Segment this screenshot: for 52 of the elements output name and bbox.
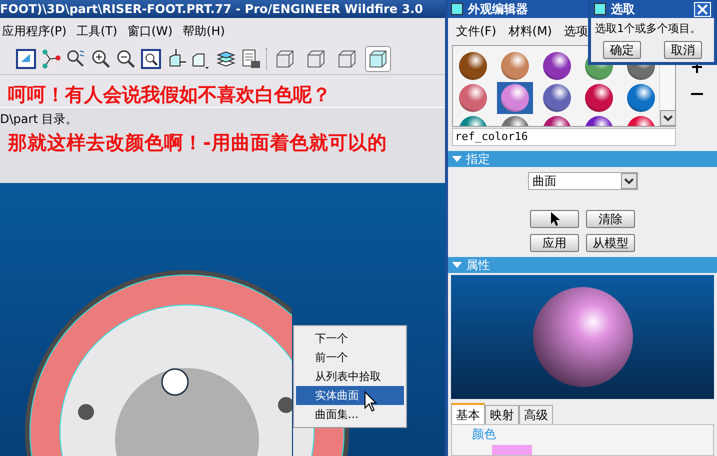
- window-icon[interactable]: [16, 48, 36, 68]
- message-text: D\part 目录。: [0, 111, 79, 128]
- menu-item[interactable]: 文件(F): [456, 22, 496, 40]
- annotation-text: 呵呵！有人会说我假如不喜欢白色呢？: [7, 83, 332, 107]
- table-camera-icon[interactable]: [241, 48, 261, 68]
- name-field[interactable]: ref_color16: [452, 128, 676, 146]
- window-icon: [594, 3, 606, 15]
- surface-dropdown[interactable]: 曲面: [528, 172, 638, 190]
- mouse-cursor-icon: [364, 391, 378, 413]
- window-icon: [451, 3, 463, 15]
- prompt-text: 选取1个或多个项目。: [594, 21, 702, 37]
- context-menu-item[interactable]: 曲面集...: [296, 405, 404, 424]
- tab[interactable]: 高级: [519, 405, 553, 424]
- layers-icon[interactable]: [216, 48, 236, 68]
- menu-item[interactable]: 工具(T): [76, 22, 118, 40]
- tab[interactable]: 映射: [485, 405, 519, 424]
- menu-item[interactable]: 应用程序(P): [2, 22, 67, 40]
- dialog-button[interactable]: 确定: [603, 40, 641, 58]
- menu-item[interactable]: 帮助(H): [182, 22, 225, 40]
- window-title: 外观编辑器: [468, 1, 528, 18]
- close-icon[interactable]: [694, 2, 711, 16]
- shaded-cube-icon: [368, 48, 388, 68]
- hidden-line-cube-icon: [306, 48, 326, 68]
- context-menu-item[interactable]: 前一个: [296, 348, 404, 367]
- context-menu-item[interactable]: 实体曲面: [296, 386, 404, 405]
- select-button[interactable]: [530, 210, 579, 228]
- menu-item[interactable]: 材料(M): [508, 22, 552, 40]
- dialog-title: 选取: [611, 1, 636, 18]
- no-hidden-cube-icon: [337, 48, 357, 68]
- model-viewport[interactable]: 下一个 前一个 从列表中拾取 实体曲面 曲面集...: [0, 183, 445, 456]
- color-swatch[interactable]: [492, 445, 532, 455]
- display-style-button[interactable]: [365, 46, 391, 72]
- zoom-window-icon[interactable]: [141, 48, 161, 68]
- scroll-down-icon[interactable]: [660, 110, 675, 126]
- menu-item[interactable]: 窗口(W): [127, 22, 173, 40]
- window-title-bar: FOOT)\3D\part\RISER-FOOT.PRT.77 - Pro/ENGINEER Wildfire 3.0: [0, 0, 445, 18]
- dialog-button[interactable]: 清除: [586, 210, 635, 228]
- context-menu-item[interactable]: 下一个: [296, 329, 404, 348]
- tab[interactable]: 基本: [451, 403, 485, 424]
- node-network-icon[interactable]: [41, 48, 61, 68]
- zoom-out-icon[interactable]: [116, 48, 136, 68]
- wireframe-cube-icon: [275, 48, 295, 68]
- minus-icon[interactable]: [690, 93, 702, 95]
- dialog-button[interactable]: 从模型: [586, 234, 635, 252]
- pointer-icon: [550, 212, 560, 226]
- zoom-in-icon[interactable]: [91, 48, 111, 68]
- dialog-button[interactable]: 应用: [530, 234, 579, 252]
- annotation-text: 那就这样去改颜色啊！-用曲面着色就可以的: [6, 131, 388, 156]
- context-menu-item[interactable]: 从列表中拾取: [296, 367, 404, 386]
- menu-item[interactable]: 选项: [564, 22, 588, 40]
- dialog-button[interactable]: 取消: [664, 40, 702, 58]
- group-label: 颜色: [472, 426, 497, 443]
